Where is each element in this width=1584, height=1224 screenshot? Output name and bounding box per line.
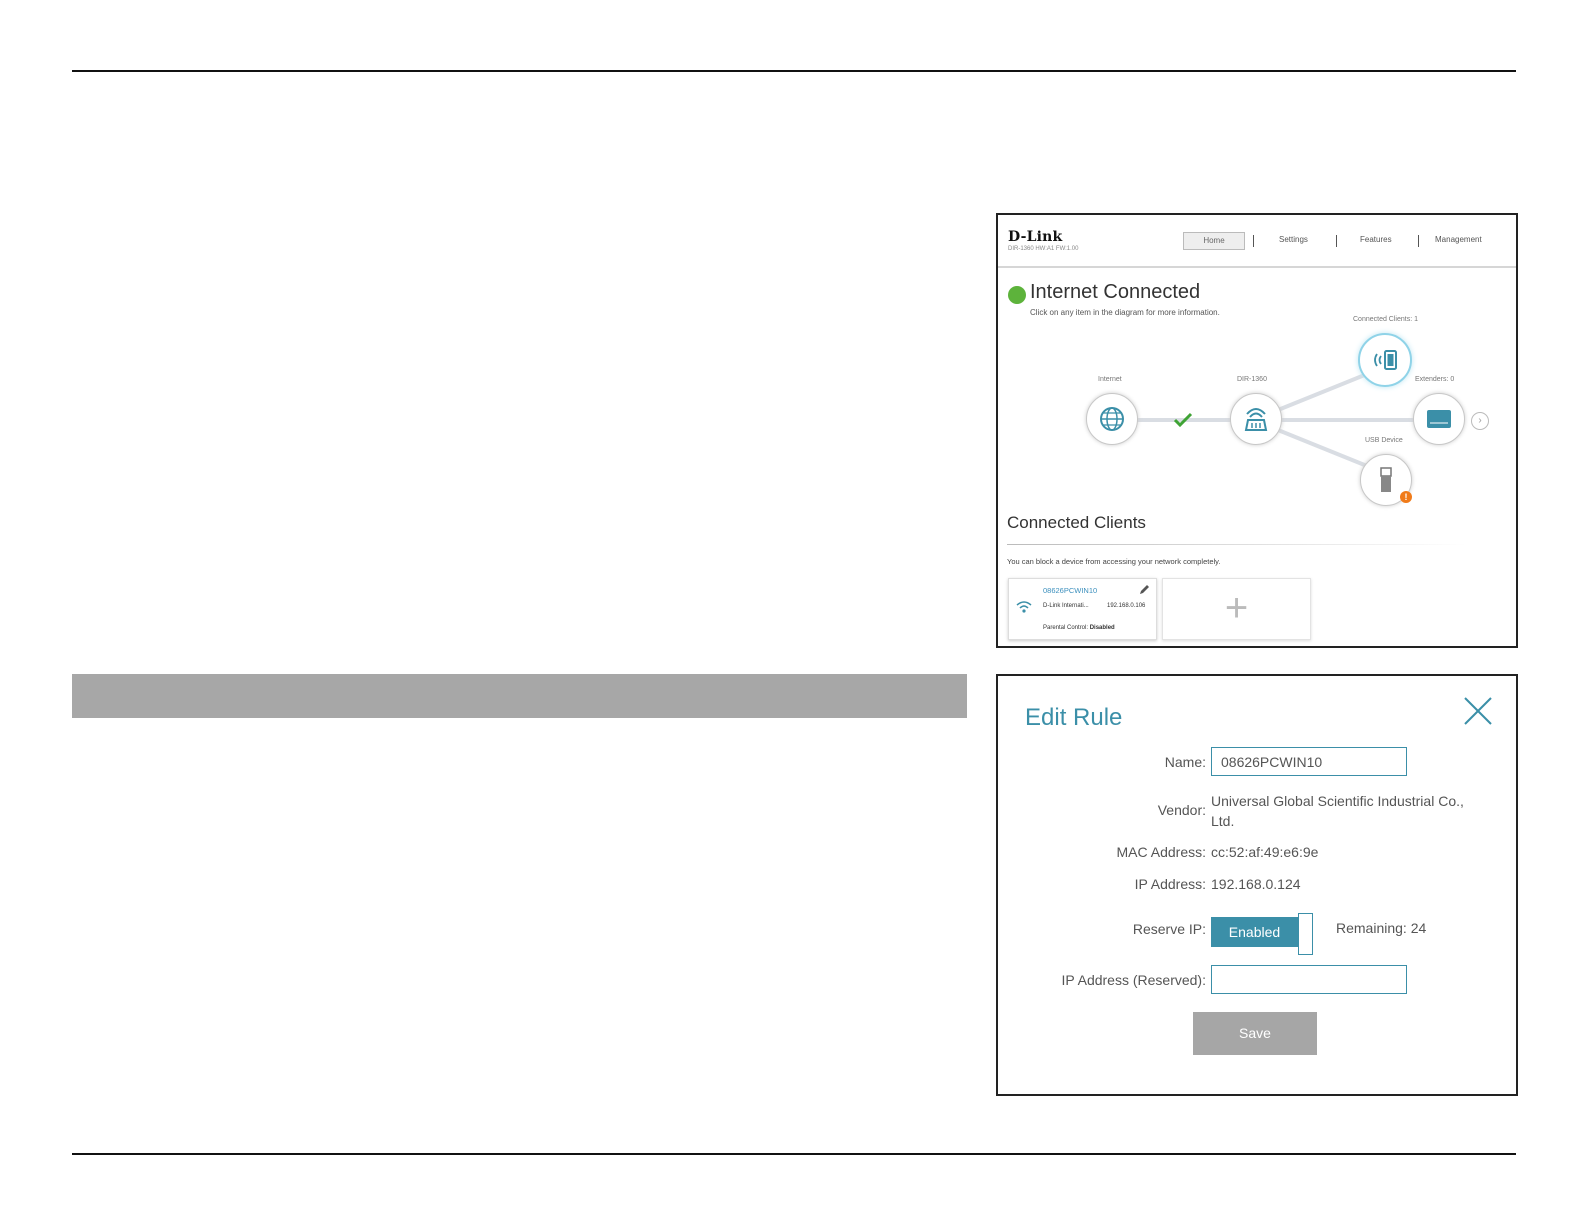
connected-clients-label: Connected Clients: 1	[1353, 316, 1418, 323]
name-label: Name:	[1164, 754, 1206, 770]
client-vendor: D-Link Internati...	[1043, 603, 1089, 609]
router-usb-line	[1277, 428, 1370, 469]
mac-address-label: MAC Address:	[1116, 844, 1206, 860]
status-indicator	[1008, 286, 1026, 304]
name-input[interactable]	[1211, 747, 1407, 776]
toggle-state: Enabled	[1211, 917, 1298, 947]
remaining-count: Remaining: 24	[1336, 920, 1427, 936]
connected-clients-hint: You can block a device from accessing yo…	[1007, 557, 1221, 566]
nav-features[interactable]: Features	[1360, 235, 1392, 244]
diagram-hint: Click on any item in the diagram for mor…	[1030, 308, 1220, 317]
dlink-logo: D-Link	[1008, 229, 1063, 245]
router-icon	[1244, 408, 1268, 431]
router-extender-line	[1280, 418, 1416, 422]
router-clients-line	[1277, 371, 1370, 412]
clients-node[interactable]	[1358, 333, 1412, 387]
wireless-device-icon	[1374, 350, 1397, 370]
reserved-ip-label: IP Address (Reserved):	[1061, 972, 1206, 988]
ip-address-label: IP Address:	[1134, 876, 1206, 892]
parental-control-value: Disabled	[1089, 625, 1115, 631]
home-screenshot: D-Link DIR-1360 HW:A1 FW:1.00 Home Setti…	[996, 213, 1518, 648]
router-label: DIR-1360	[1237, 376, 1267, 383]
usb-device-label: USB Device	[1365, 437, 1403, 444]
internet-node[interactable]	[1086, 393, 1138, 445]
nav-separator	[1336, 235, 1337, 247]
extender-icon	[1427, 410, 1451, 428]
dialog-title: Edit Rule	[1025, 704, 1123, 731]
nav-home[interactable]: Home	[1183, 232, 1245, 250]
device-version: DIR-1360 HW:A1 FW:1.00	[1008, 246, 1079, 252]
internet-label: Internet	[1098, 376, 1122, 383]
edit-rule-dialog: Edit Rule Name: Vendor: Universal Global…	[996, 674, 1518, 1096]
globe-icon	[1100, 407, 1124, 431]
nav-settings[interactable]: Settings	[1279, 235, 1308, 244]
footer-rule	[72, 1153, 1516, 1155]
parental-control-label: Parental Control:	[1043, 625, 1089, 631]
check-icon	[1173, 412, 1193, 428]
connected-clients-heading: Connected Clients	[1007, 513, 1146, 532]
nav-separator	[1253, 235, 1254, 247]
save-button[interactable]: Save	[1193, 1012, 1317, 1055]
router-node[interactable]	[1230, 393, 1282, 445]
reserve-ip-label: Reserve IP:	[1132, 921, 1206, 937]
vendor-value: Universal Global Scientific Industrial C…	[1211, 793, 1464, 829]
client-ip: 192.168.0.106	[1107, 603, 1146, 609]
parental-control-status: Parental Control: Disabled	[1043, 625, 1115, 631]
chevron-right-icon[interactable]: ›	[1471, 412, 1489, 430]
ip-address-value: 192.168.0.124	[1211, 876, 1301, 892]
add-client-button[interactable]: +	[1162, 578, 1311, 640]
nav-separator	[1418, 235, 1419, 247]
client-name: 08626PCWIN10	[1043, 586, 1098, 595]
client-card[interactable]: 08626PCWIN10 D-Link Internati... 192.168…	[1008, 578, 1157, 640]
extenders-label: Extenders: 0	[1415, 376, 1455, 383]
toggle-knob[interactable]	[1298, 913, 1313, 955]
mac-address-value: cc:52:af:49:e6:9e	[1211, 844, 1319, 860]
reserved-ip-input[interactable]	[1211, 965, 1407, 994]
warning-icon: !	[1400, 491, 1412, 503]
divider	[1007, 544, 1467, 545]
reserve-ip-toggle[interactable]: Enabled	[1211, 913, 1315, 955]
nav-management[interactable]: Management	[1435, 235, 1482, 244]
wifi-icon	[1016, 601, 1032, 613]
top-navigation-bar: D-Link DIR-1360 HW:A1 FW:1.00 Home Setti…	[998, 215, 1516, 268]
header-rule	[72, 70, 1516, 72]
close-icon[interactable]	[1463, 696, 1493, 726]
internet-status-title: Internet Connected	[1030, 281, 1201, 303]
pencil-icon[interactable]	[1139, 584, 1150, 595]
extender-node[interactable]	[1413, 393, 1465, 445]
section-heading-bar	[72, 674, 967, 718]
vendor-label: Vendor:	[1157, 802, 1206, 818]
